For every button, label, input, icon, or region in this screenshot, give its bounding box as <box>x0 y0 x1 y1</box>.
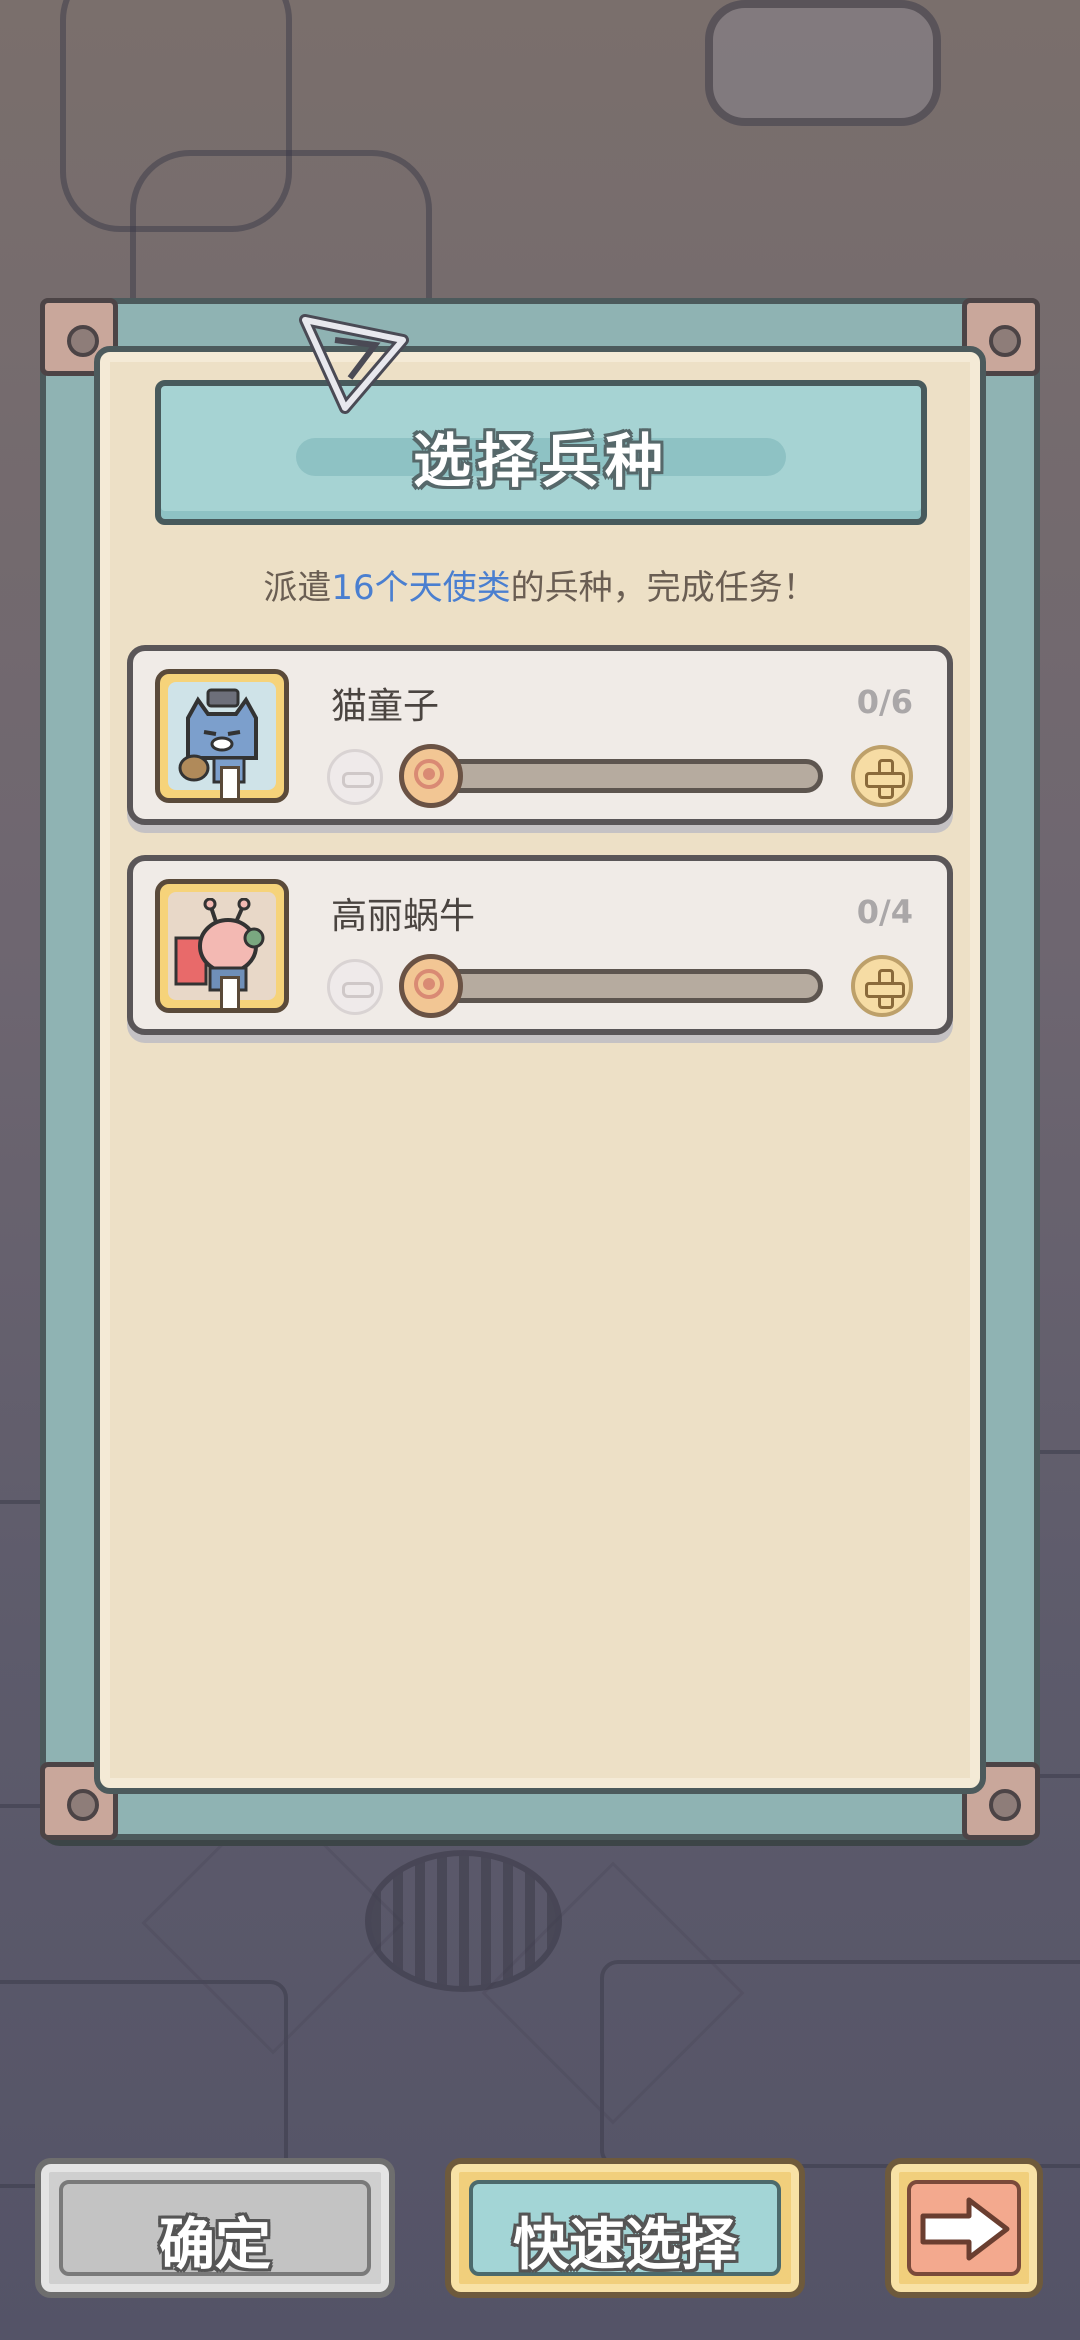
unit-card: 猫童子 0/6 <box>127 645 953 825</box>
cat-soldier-icon[interactable] <box>155 669 289 803</box>
quick-select-label: 快速选择 <box>513 2213 737 2278</box>
paper-clip-icon <box>299 314 409 414</box>
unit-card: 高丽蜗牛 0/4 <box>127 855 953 1035</box>
unit-name: 猫童子 <box>331 686 440 727</box>
mission-instruction: 派遣16个天使类的兵种，完成任务！ <box>0 560 1080 609</box>
dialog-title-bar: 选择兵种 <box>155 380 927 525</box>
select-unit-dialog <box>40 298 1040 1840</box>
dialog-title: 选择兵种 <box>412 427 669 495</box>
quick-select-button[interactable]: 快速选择 <box>445 2158 805 2298</box>
arrow-right-icon <box>920 2197 1010 2261</box>
next-button[interactable] <box>885 2158 1043 2298</box>
floor-grate <box>365 1850 562 1992</box>
instruction-highlight: 16个天使类 <box>331 568 511 608</box>
slider-handle[interactable] <box>399 954 463 1018</box>
unit-name: 高丽蜗牛 <box>331 896 476 937</box>
quantity-slider-track[interactable] <box>413 759 823 793</box>
quantity-slider-track[interactable] <box>413 969 823 1003</box>
background-plaque <box>705 0 941 126</box>
increase-button[interactable] <box>851 955 913 1017</box>
instruction-suffix: 的兵种，完成任务！ <box>510 568 817 608</box>
snail-icon[interactable] <box>155 879 289 1013</box>
increase-button[interactable] <box>851 745 913 807</box>
decrease-button[interactable] <box>327 959 383 1015</box>
confirm-button-label: 确定 <box>159 2213 271 2278</box>
instruction-prefix: 派遣 <box>263 568 332 608</box>
slider-handle[interactable] <box>399 744 463 808</box>
unit-count: 0/6 <box>856 683 913 721</box>
confirm-button[interactable]: 确定 <box>35 2158 395 2298</box>
decrease-button[interactable] <box>327 749 383 805</box>
unit-count: 0/4 <box>856 893 913 931</box>
